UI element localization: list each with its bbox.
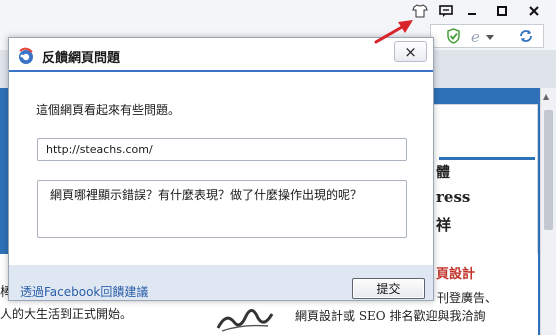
dialog-prompt: 這個網頁看起來有些問題。 [36, 103, 181, 117]
refresh-icon[interactable] [517, 27, 535, 45]
browser-titlebar [0, 0, 556, 22]
scrollbar-thumb[interactable] [544, 110, 553, 230]
webpage-scrollbar[interactable]: ▲ [540, 88, 556, 335]
webpage-text: 網頁設計或 SEO 排名歡迎與我洽詢 [295, 309, 486, 323]
chevron-down-icon[interactable] [485, 29, 495, 47]
webpage-text: ress [436, 188, 471, 206]
webpage-text: 刊登廣告、 [437, 291, 498, 305]
feedback-dialog: 反饋網頁問題 × 這個網頁看起來有些問題。 網頁哪裡顯示錯誤？有什麼表現？做了什… [8, 37, 434, 301]
webpage-accent-bar [439, 157, 535, 160]
facebook-feedback-link[interactable]: 透過Facebook回饋建議 [20, 283, 148, 300]
shield-check-icon[interactable] [444, 27, 462, 45]
dialog-close-button[interactable]: × [394, 41, 427, 62]
submit-button[interactable]: 提交 [352, 278, 425, 299]
tshirt-icon[interactable] [408, 1, 432, 21]
svg-text:e: e [471, 28, 480, 44]
webpage-text: 體 [436, 165, 450, 181]
dialog-title: 反饋網頁問題 [42, 51, 121, 66]
dialog-footer: 透過Facebook回饋建議 提交 [9, 265, 433, 300]
speech-bubble-icon[interactable] [434, 1, 458, 21]
ie-logo-icon[interactable]: e [468, 27, 486, 45]
close-icon: × [404, 42, 417, 61]
webpage-heading: 頁設計 [436, 267, 476, 282]
webpage-text: 祥 [436, 216, 452, 234]
maximize-icon[interactable] [490, 1, 514, 21]
signature-scribble-image [216, 309, 274, 332]
dialog-header: 反饋網頁問題 × [9, 38, 433, 72]
scroll-up-icon[interactable]: ▲ [543, 92, 549, 101]
feedback-textarea[interactable]: 網頁哪裡顯示錯誤？有什麼表現？做了什麼操作出現的呢？ [37, 180, 407, 238]
webpage-text: 人的大生活到正式開始。 [0, 307, 133, 321]
browser-logo-icon [19, 47, 33, 64]
close-icon[interactable] [522, 1, 546, 21]
minimize-icon[interactable] [460, 1, 484, 21]
url-input[interactable] [37, 138, 407, 161]
